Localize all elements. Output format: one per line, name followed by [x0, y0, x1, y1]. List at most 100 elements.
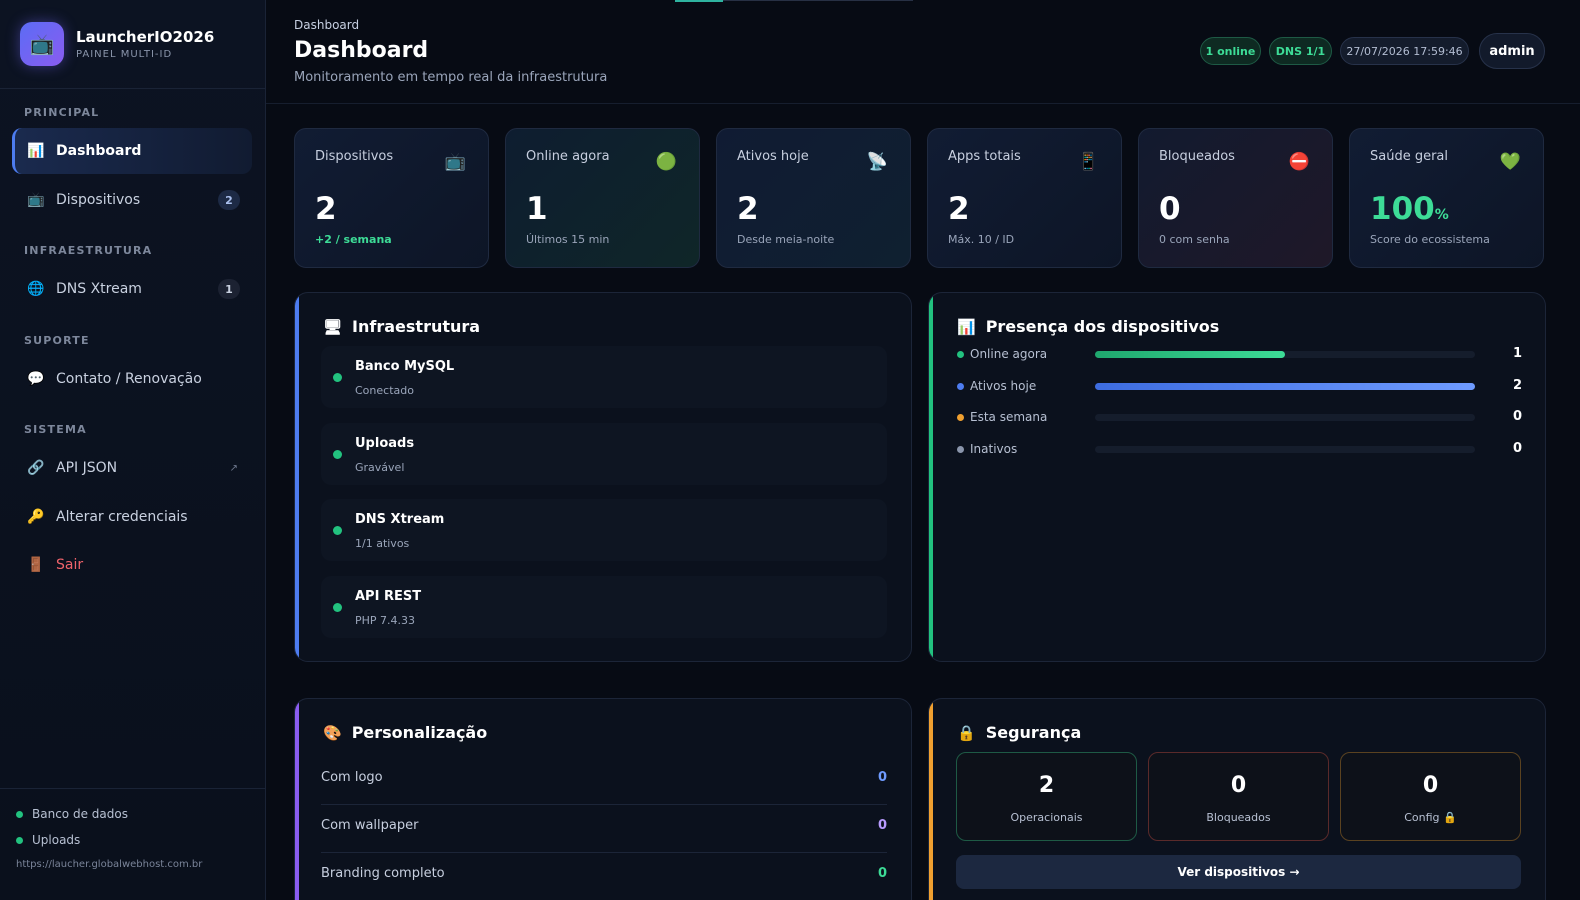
- legend-dot-icon: [957, 351, 964, 358]
- monitor-icon: 🖥: [323, 317, 343, 336]
- status-dot-icon: [333, 373, 342, 382]
- sidebar-item-dispositivos[interactable]: 📺 Dispositivos 2: [12, 177, 252, 223]
- legend-dot-icon: [957, 382, 964, 390]
- ver-dispositivos-button[interactable]: Ver dispositivos →: [956, 855, 1521, 889]
- door-icon: 🚪: [27, 557, 45, 573]
- presence-label: Ativos hoje: [970, 378, 1037, 393]
- nav-section-principal: PRINCIPAL: [24, 106, 100, 119]
- personalization-row: Branding completo 0: [321, 853, 887, 900]
- security-value: 2: [1038, 773, 1055, 798]
- green-circle-icon: 🟢: [655, 152, 677, 172]
- top-divider-line: [723, 0, 913, 1]
- presence-value: 0: [1512, 409, 1522, 424]
- dns-badge: DNS 1/1: [1269, 37, 1332, 65]
- stat-value: 2: [315, 191, 337, 227]
- stat-value: 1: [526, 191, 548, 227]
- presence-label: Esta semana: [970, 410, 1048, 424]
- brand: 📺 LauncherIO2026 PAINEL MULTI-ID: [0, 0, 265, 89]
- sidebar-item-api-json[interactable]: 🔗 API JSON ↗: [12, 445, 252, 491]
- breadcrumb[interactable]: Dashboard: [294, 18, 359, 32]
- infra-name: Banco MySQL: [355, 359, 455, 374]
- panel-title: 🔒 Segurança: [957, 723, 1081, 742]
- security-label: Bloqueados: [1206, 811, 1271, 824]
- panel-title-text: Infraestrutura: [352, 317, 481, 336]
- external-link-icon: ↗: [229, 462, 238, 474]
- panel-title-text: Segurança: [985, 723, 1082, 742]
- presence-bar-fill: [1095, 351, 1285, 358]
- infra-status: Gravável: [355, 461, 405, 474]
- stat-value: 2: [948, 191, 970, 227]
- panel-title: 🖥 Infraestrutura: [323, 317, 480, 336]
- row-value: 0: [877, 818, 887, 833]
- topbar: Dashboard Dashboard Monitoramento em tem…: [266, 0, 1580, 104]
- infra-panel: 🖥 Infraestrutura Banco MySQL Conectado U…: [294, 292, 912, 662]
- lock-icon: 🔒: [957, 723, 976, 742]
- personalization-panel: 🎨 Personalização Com logo 0 Com wallpape…: [294, 698, 912, 900]
- top-accent-line: [675, 0, 723, 2]
- status-uploads: Uploads: [16, 833, 249, 847]
- stat-card-bloqueados[interactable]: Bloqueados ⛔ 0 0 com senha: [1138, 128, 1333, 268]
- sidebar-item-contato[interactable]: 💬 Contato / Renovação: [12, 356, 252, 402]
- nav-section-infraestrutura: INFRAESTRUTURA: [24, 244, 153, 257]
- phone-icon: 📱: [1077, 152, 1099, 172]
- datetime-badge: 27/07/2026 17:59:46: [1340, 37, 1469, 65]
- panel-title-text: Presença dos dispositivos: [985, 317, 1220, 336]
- presence-label: Inativos: [970, 441, 1018, 456]
- row-value: 0: [877, 866, 887, 881]
- security-value: 0: [1422, 773, 1439, 798]
- security-box-operacionais: 2 Operacionais: [956, 752, 1137, 841]
- row-value: 0: [877, 770, 887, 785]
- legend-dot-icon: [957, 445, 964, 453]
- site-url[interactable]: https://laucher.globalwebhost.com.br: [16, 859, 249, 870]
- security-box-bloqueados: 0 Bloqueados: [1148, 752, 1329, 841]
- nav-section-sistema: SISTEMA: [24, 423, 87, 436]
- sidebar-item-alterar-credenciais[interactable]: 🔑 Alterar credenciais: [12, 494, 252, 540]
- stat-sub: 0 com senha: [1159, 233, 1230, 246]
- tv-icon: 📺: [444, 152, 466, 172]
- stat-card-saude-geral[interactable]: Saúde geral 💚 100% Score do ecossistema: [1349, 128, 1544, 268]
- no-entry-icon: ⛔: [1288, 152, 1310, 172]
- presence-row: Esta semana 0: [957, 408, 1522, 428]
- presence-value: 2: [1512, 377, 1522, 393]
- presence-value: 1: [1512, 346, 1522, 361]
- security-label: Config 🔒: [1404, 811, 1457, 824]
- legend-dot-icon: [957, 414, 964, 421]
- palette-icon: 🎨: [323, 723, 342, 742]
- stat-card-dispositivos[interactable]: Dispositivos 📺 2 +2 / semana: [294, 128, 489, 268]
- globe-icon: 🌐: [27, 281, 45, 297]
- presence-bar-track: [1095, 414, 1475, 421]
- sidebar-item-label: Alterar credenciais: [56, 509, 188, 525]
- sidebar-item-label: Dashboard: [56, 143, 142, 159]
- status-dot-icon: [333, 526, 342, 535]
- security-panel: 🔒 Segurança 2 Operacionais 0 Bloqueados …: [928, 698, 1546, 900]
- key-icon: 🔑: [27, 509, 45, 525]
- infra-name: DNS Xtream: [355, 512, 445, 527]
- status-label: Banco de dados: [32, 807, 128, 821]
- sidebar-item-label: API JSON: [56, 460, 118, 476]
- stat-card-apps-totais[interactable]: Apps totais 📱 2 Máx. 10 / ID: [927, 128, 1122, 268]
- stat-sub: +2 / semana: [315, 233, 392, 246]
- sidebar-item-dns-xtream[interactable]: 🌐 DNS Xtream 1: [12, 266, 252, 312]
- status-label: Uploads: [32, 833, 81, 847]
- sidebar-item-dashboard[interactable]: 📊 Dashboard: [12, 128, 252, 174]
- panel-title-text: Personalização: [351, 723, 488, 742]
- stat-sub: Desde meia-noite: [737, 233, 835, 246]
- chat-icon: 💬: [27, 371, 45, 387]
- stat-value: 100%: [1370, 191, 1449, 227]
- satellite-icon: 📡: [866, 152, 888, 172]
- sidebar-item-sair[interactable]: 🚪 Sair: [12, 542, 252, 588]
- infra-name: Uploads: [355, 436, 415, 451]
- brand-title: LauncherIO2026: [76, 28, 215, 46]
- presence-panel: 📊 Presença dos dispositivos Online agora…: [928, 292, 1546, 662]
- user-menu-button[interactable]: admin: [1479, 33, 1545, 69]
- presence-bar-track: [1095, 445, 1475, 453]
- infra-row: API REST PHP 7.4.33: [321, 576, 887, 638]
- status-dot-icon: [16, 836, 23, 844]
- stat-value: 2: [737, 191, 759, 227]
- stat-sub: Últimos 15 min: [526, 233, 610, 246]
- infra-row: DNS Xtream 1/1 ativos: [321, 499, 887, 561]
- row-label: Branding completo: [321, 866, 445, 881]
- stat-card-ativos-hoje[interactable]: Ativos hoje 📡 2 Desde meia-noite: [716, 128, 911, 268]
- presence-bar-track: [1095, 382, 1475, 390]
- stat-card-online[interactable]: Online agora 🟢 1 Últimos 15 min: [505, 128, 700, 268]
